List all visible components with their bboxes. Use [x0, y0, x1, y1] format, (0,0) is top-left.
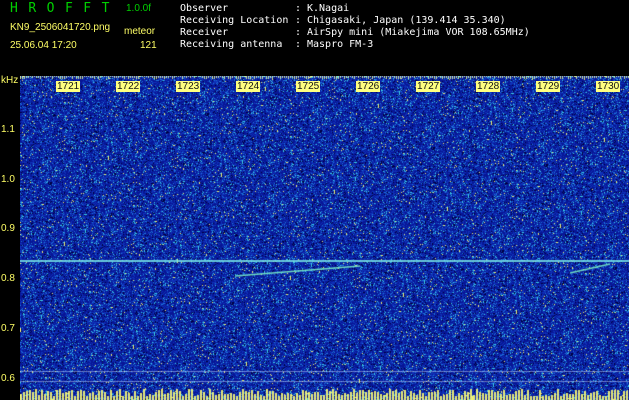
receiver-key: Receiver: [180, 27, 229, 38]
x-tick-1726: 1726: [356, 81, 381, 92]
receiver-sep: :: [295, 27, 302, 38]
observer-sep: :: [295, 3, 302, 14]
y-tick-1-1: 1.1: [1, 124, 15, 135]
count-label: 121: [140, 40, 157, 51]
antenna-value: Maspro FM-3: [307, 39, 374, 50]
x-tick-1727: 1727: [416, 81, 441, 92]
receiver-value: AirSpy mini (Miakejima VOR 108.65MHz): [307, 27, 530, 38]
datetime-label: 25.06.04 17:20: [10, 40, 77, 51]
y-tick-0-6: 0.6: [1, 373, 15, 384]
observer-key: Observer: [180, 3, 229, 14]
y-tick-0-9: 0.9: [1, 223, 15, 234]
x-tick-1724: 1724: [236, 81, 261, 92]
y-tick-0-7: 0.7: [1, 323, 15, 334]
x-tick-1730: 1730: [596, 81, 621, 92]
spectrogram-canvas[interactable]: [20, 76, 629, 400]
app-title: HROFFT: [10, 1, 120, 16]
x-tick-1723: 1723: [176, 81, 201, 92]
y-tick-1-0: 1.0: [1, 174, 15, 185]
observer-value: K.Nagai: [307, 3, 350, 14]
mode-label: meteor: [124, 26, 156, 37]
antenna-key: Receiving antenna: [180, 39, 283, 50]
antenna-sep: :: [295, 39, 302, 50]
location-value: Chigasaki, Japan (139.414 35.340): [307, 15, 506, 26]
location-key: Receiving Location: [180, 15, 289, 26]
version-label: 1.0.0f: [126, 3, 152, 14]
x-tick-1725: 1725: [296, 81, 321, 92]
y-tick-0-8: 0.8: [1, 273, 15, 284]
file-name: KN9_2506041720.png: [10, 22, 111, 33]
location-sep: :: [295, 15, 302, 26]
x-tick-1721: 1721: [56, 81, 81, 92]
axis-unit: kHz: [1, 75, 19, 86]
x-tick-1729: 1729: [536, 81, 561, 92]
x-tick-1728: 1728: [476, 81, 501, 92]
x-tick-1722: 1722: [116, 81, 141, 92]
header-panel: HROFFT 1.0.0f KN9_2506041720.png meteor …: [0, 0, 629, 76]
